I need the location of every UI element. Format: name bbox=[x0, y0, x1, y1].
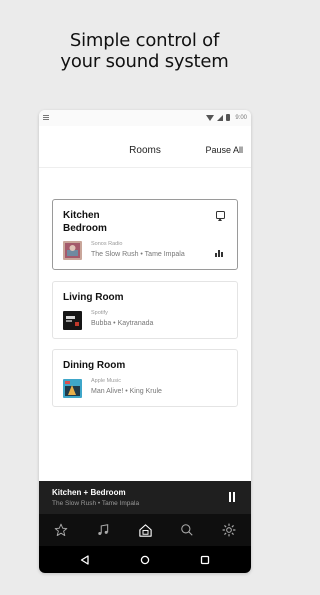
now-playing-bar[interactable]: Kitchen + Bedroom The Slow Rush • Tame I… bbox=[39, 481, 251, 514]
now-playing-room: Kitchen + Bedroom bbox=[52, 488, 126, 497]
signal-icon bbox=[217, 114, 224, 121]
track-info: The Slow Rush • Tame Impala bbox=[91, 251, 185, 258]
airplay-icon[interactable] bbox=[216, 211, 225, 221]
gear-icon[interactable] bbox=[219, 520, 239, 540]
album-art bbox=[63, 379, 82, 398]
home-icon[interactable] bbox=[135, 520, 155, 540]
headline-line-2: your sound system bbox=[60, 51, 229, 72]
music-note-icon[interactable] bbox=[93, 520, 113, 540]
now-playing-track: The Slow Rush • Tame Impala bbox=[52, 500, 140, 507]
home-button-icon[interactable] bbox=[138, 553, 152, 567]
room-name-line-2: Bedroom bbox=[63, 223, 107, 234]
room-card-living-room[interactable]: Living Room Spotify Bubba • Kaytranada bbox=[52, 281, 238, 339]
battery-icon bbox=[226, 114, 231, 121]
room-card-dining-room[interactable]: Dining Room Apple Music Man Alive! • Kin… bbox=[52, 349, 238, 407]
system-icons: 9:00 bbox=[206, 114, 247, 121]
track-info: Man Alive! • King Krule bbox=[91, 388, 162, 395]
room-name: Kitchen Bedroom bbox=[63, 209, 107, 235]
album-art bbox=[63, 241, 82, 260]
room-card-kitchen-bedroom[interactable]: Kitchen Bedroom Sonos Radio The Slow Rus… bbox=[52, 199, 238, 270]
android-nav-bar bbox=[39, 546, 251, 573]
room-name-line-1: Kitchen bbox=[63, 210, 100, 221]
back-icon[interactable] bbox=[78, 553, 92, 567]
music-service: Spotify bbox=[91, 310, 108, 316]
notification-icon bbox=[43, 115, 49, 120]
wifi-icon bbox=[206, 114, 215, 121]
marketing-headline: Simple control of your sound system bbox=[0, 30, 289, 72]
room-name: Living Room bbox=[63, 292, 124, 303]
phone-frame: 9:00 Rooms Pause All Kitchen Bedroom Son… bbox=[39, 110, 251, 573]
headline-line-1: Simple control of bbox=[69, 30, 220, 51]
pause-all-button[interactable]: Pause All bbox=[205, 145, 243, 155]
music-service: Sonos Radio bbox=[91, 241, 123, 247]
recents-icon[interactable] bbox=[198, 553, 212, 567]
album-art bbox=[63, 311, 82, 330]
status-bar: 9:00 bbox=[39, 110, 251, 126]
clock: 9:00 bbox=[235, 114, 247, 121]
equalizer-icon bbox=[215, 250, 224, 257]
app-header: Rooms Pause All bbox=[39, 126, 251, 168]
pause-icon[interactable] bbox=[227, 492, 237, 503]
star-icon[interactable] bbox=[51, 520, 71, 540]
room-name: Dining Room bbox=[63, 360, 126, 371]
track-info: Bubba • Kaytranada bbox=[91, 320, 154, 327]
music-service: Apple Music bbox=[91, 378, 121, 384]
search-icon[interactable] bbox=[177, 520, 197, 540]
tab-bar bbox=[39, 514, 251, 546]
